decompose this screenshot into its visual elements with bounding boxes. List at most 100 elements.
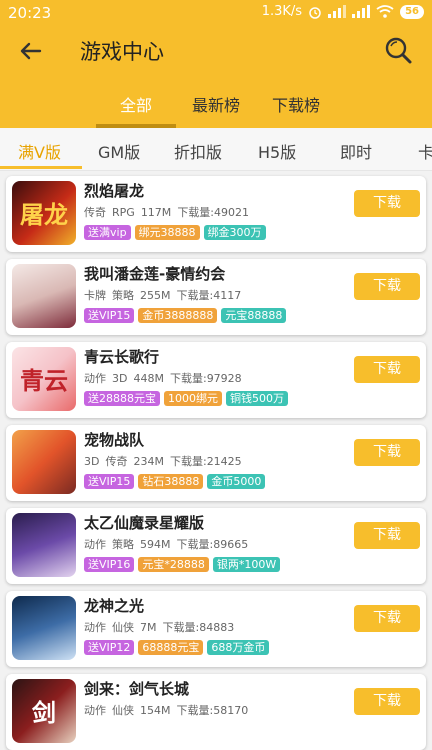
download-button[interactable]: 下载 [354,439,420,466]
game-name: 烈焰屠龙 [84,182,145,200]
search-icon [385,37,412,64]
wifi-icon [376,5,394,18]
game-meta: 3D 传奇 234M 下载量:21425 [84,453,248,469]
gift-badge: 送VIP16 [84,557,135,572]
game-meta: 传奇 RPG 117M 下载量:49021 [84,204,255,220]
download-count-label: 下载量: [169,372,207,385]
back-button[interactable] [14,34,48,68]
game-meta: 动作 仙侠 154M 下载量:58170 [84,702,254,718]
category-gm[interactable]: GM版 [98,139,140,163]
game-icon[interactable] [12,430,76,494]
game-card[interactable]: 青云 青云长歌行 动作 3D 448M 下载量:97928 送28888元宝 1000绑元 铜钱… [6,342,426,418]
game-tag: RPG [112,206,135,219]
app-header: 20:23 1.3K/s 56 游戏中心 全部 最新榜 下载榜 [0,0,432,128]
gift-badge: 铜钱500万 [226,391,288,406]
status-bar: 20:23 1.3K/s 56 [0,0,432,26]
download-count-label: 下载量: [177,206,215,219]
game-tag: 仙侠 [112,621,134,634]
download-count-label: 下载量: [162,621,200,634]
download-count: 89665 [213,538,249,551]
download-button[interactable]: 下载 [354,190,420,217]
game-name: 青云长歌行 [84,348,160,366]
alarm-icon [309,6,321,19]
game-card[interactable]: 宠物战队 3D 传奇 234M 下载量:21425 送VIP15 钻石38888 金币5000… [6,425,426,501]
game-icon[interactable]: 青云 [12,347,76,411]
game-name: 宠物战队 [84,431,145,449]
game-icon[interactable] [12,513,76,577]
game-meta: 动作 3D 448M 下载量:97928 [84,370,248,386]
top-tab-bar: 全部 最新榜 下载榜 [0,80,432,128]
download-button[interactable]: 下载 [354,605,420,632]
game-card[interactable]: 剑 剑来：剑气长城动作 仙侠 154M 下载量:58170 下载 [6,674,426,750]
game-meta: 卡牌 策略 255M 下载量:4117 [84,287,247,303]
game-tag: 3D [112,372,128,385]
game-tag: 卡牌 [84,289,106,302]
search-button[interactable] [382,34,416,68]
category-h5[interactable]: H5版 [258,139,296,163]
game-tag: 动作 [84,621,106,634]
game-icon[interactable]: 剑 [12,679,76,743]
tab-newest[interactable]: 最新榜 [176,92,256,116]
download-button[interactable]: 下载 [354,522,420,549]
game-card[interactable]: 太乙仙魔录星耀版 动作 策略 594M 下载量:89665 送VIP16 元宝*28888 银… [6,508,426,584]
game-tag: 3D [84,455,100,468]
game-badges: 送28888元宝 1000绑元 铜钱500万 [84,391,288,406]
page-title: 游戏中心 [80,40,164,64]
game-tag: 传奇 [105,455,128,468]
game-name: 我叫潘金莲-豪情约会 [84,265,226,283]
game-tag: 策略 [112,289,134,302]
gift-badge: 钻石38888 [138,474,204,489]
category-indicator [0,166,82,169]
game-tag: 传奇 [84,206,106,219]
game-icon-text: 屠龙 [20,200,68,229]
download-count: 49021 [214,206,250,219]
gift-badge: 1000绑元 [164,391,222,406]
download-count-label: 下载量: [169,455,207,468]
download-count: 58170 [213,704,249,717]
tab-all[interactable]: 全部 [96,92,176,116]
network-speed: 1.3K/s [261,4,303,19]
game-tag: 策略 [112,538,134,551]
game-meta: 动作 仙侠 7M 下载量:84883 [84,619,240,635]
download-button[interactable]: 下载 [354,688,420,715]
download-button[interactable]: 下载 [354,356,420,383]
gift-badge: 送VIP12 [84,640,135,655]
game-size: 117M [140,206,172,219]
game-icon[interactable] [12,596,76,660]
download-count: 84883 [199,621,235,634]
game-icon[interactable] [12,264,76,328]
gift-badge: 送28888元宝 [84,391,160,406]
category-vip[interactable]: 满V版 [18,139,61,163]
arrow-left-icon [20,42,42,60]
game-icon[interactable]: 屠龙 [12,181,76,245]
category-card[interactable]: 卡 [418,139,432,163]
category-realtime[interactable]: 即时 [340,139,372,163]
game-tag: 动作 [84,372,106,385]
game-name: 龙神之光 [84,597,145,615]
game-size: 448M [133,372,164,385]
game-icon-text: 剑 [32,698,56,727]
download-button[interactable]: 下载 [354,273,420,300]
category-bar: 满V版 GM版 折扣版 H5版 即时 卡 [0,128,432,171]
game-size: 594M [140,538,171,551]
game-badges: 送VIP16 元宝*28888 银两*100W [84,557,281,572]
gift-badge: 绑元38888 [134,225,200,240]
gift-badge: 绑金300万 [203,225,266,240]
download-count-label: 下载量: [176,289,214,302]
download-count-label: 下载量: [176,704,214,717]
gift-badge: 688万金币 [207,640,270,655]
game-card[interactable]: 我叫潘金莲-豪情约会卡牌 策略 255M 下载量:4117 送VIP15 金币388888… [6,259,426,335]
game-tag: 动作 [84,704,106,717]
tab-downloads[interactable]: 下载榜 [256,92,336,116]
game-name: 剑来：剑气长城 [84,680,190,698]
download-count: 4117 [213,289,242,302]
title-bar: 游戏中心 [0,26,432,76]
category-discount[interactable]: 折扣版 [174,139,222,163]
download-count: 21425 [206,455,242,468]
game-card[interactable]: 龙神之光 动作 仙侠 7M 下载量:84883 送VIP12 68888元宝 688万金币 下载 [6,591,426,667]
battery-indicator: 56 [400,4,424,19]
gift-badge: 金币3888888 [138,308,218,323]
status-icons: 1.3K/s 56 [262,4,424,19]
game-badges: 送VIP15 金币3888888 元宝88888 [84,308,287,323]
game-card[interactable]: 屠龙 烈焰屠龙 传奇 RPG 117M 下载量:49021 送满vip 绑元38888 绑金30… [6,176,426,252]
